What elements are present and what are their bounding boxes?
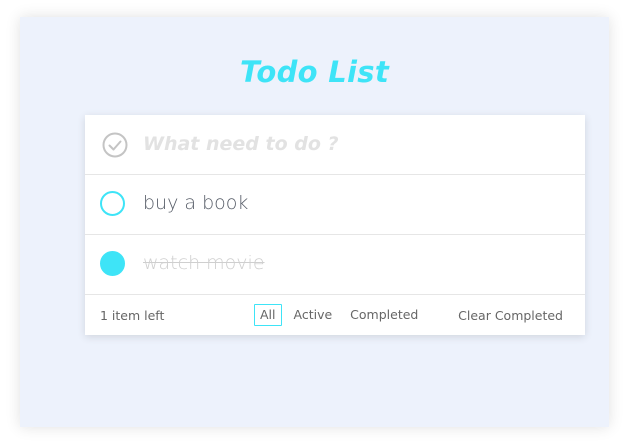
todo-toggle-circle[interactable] [100,251,125,276]
filter-active[interactable]: Active [288,304,339,326]
filter-all[interactable]: All [254,304,282,326]
todo-toggle-circle[interactable] [100,191,125,216]
app-title: Todo List [240,55,389,89]
items-left-count: 1 item left [100,308,165,323]
filter-completed[interactable]: Completed [344,304,424,326]
check-circle-icon[interactable] [102,132,128,158]
clear-completed-button[interactable]: Clear Completed [458,308,563,323]
todo-card: buy a book watch movie 1 item left All A… [85,115,585,335]
todo-item: watch movie [85,235,585,295]
app-container: Todo List buy a book watch movie 1 item … [20,17,609,427]
todo-item: buy a book [85,175,585,235]
todo-label: buy a book [143,192,249,214]
new-todo-row [85,115,585,175]
todo-label: watch movie [143,252,265,274]
filter-tabs: All Active Completed [254,304,424,326]
new-todo-input[interactable] [143,127,563,161]
todo-footer: 1 item left All Active Completed Clear C… [85,295,585,335]
